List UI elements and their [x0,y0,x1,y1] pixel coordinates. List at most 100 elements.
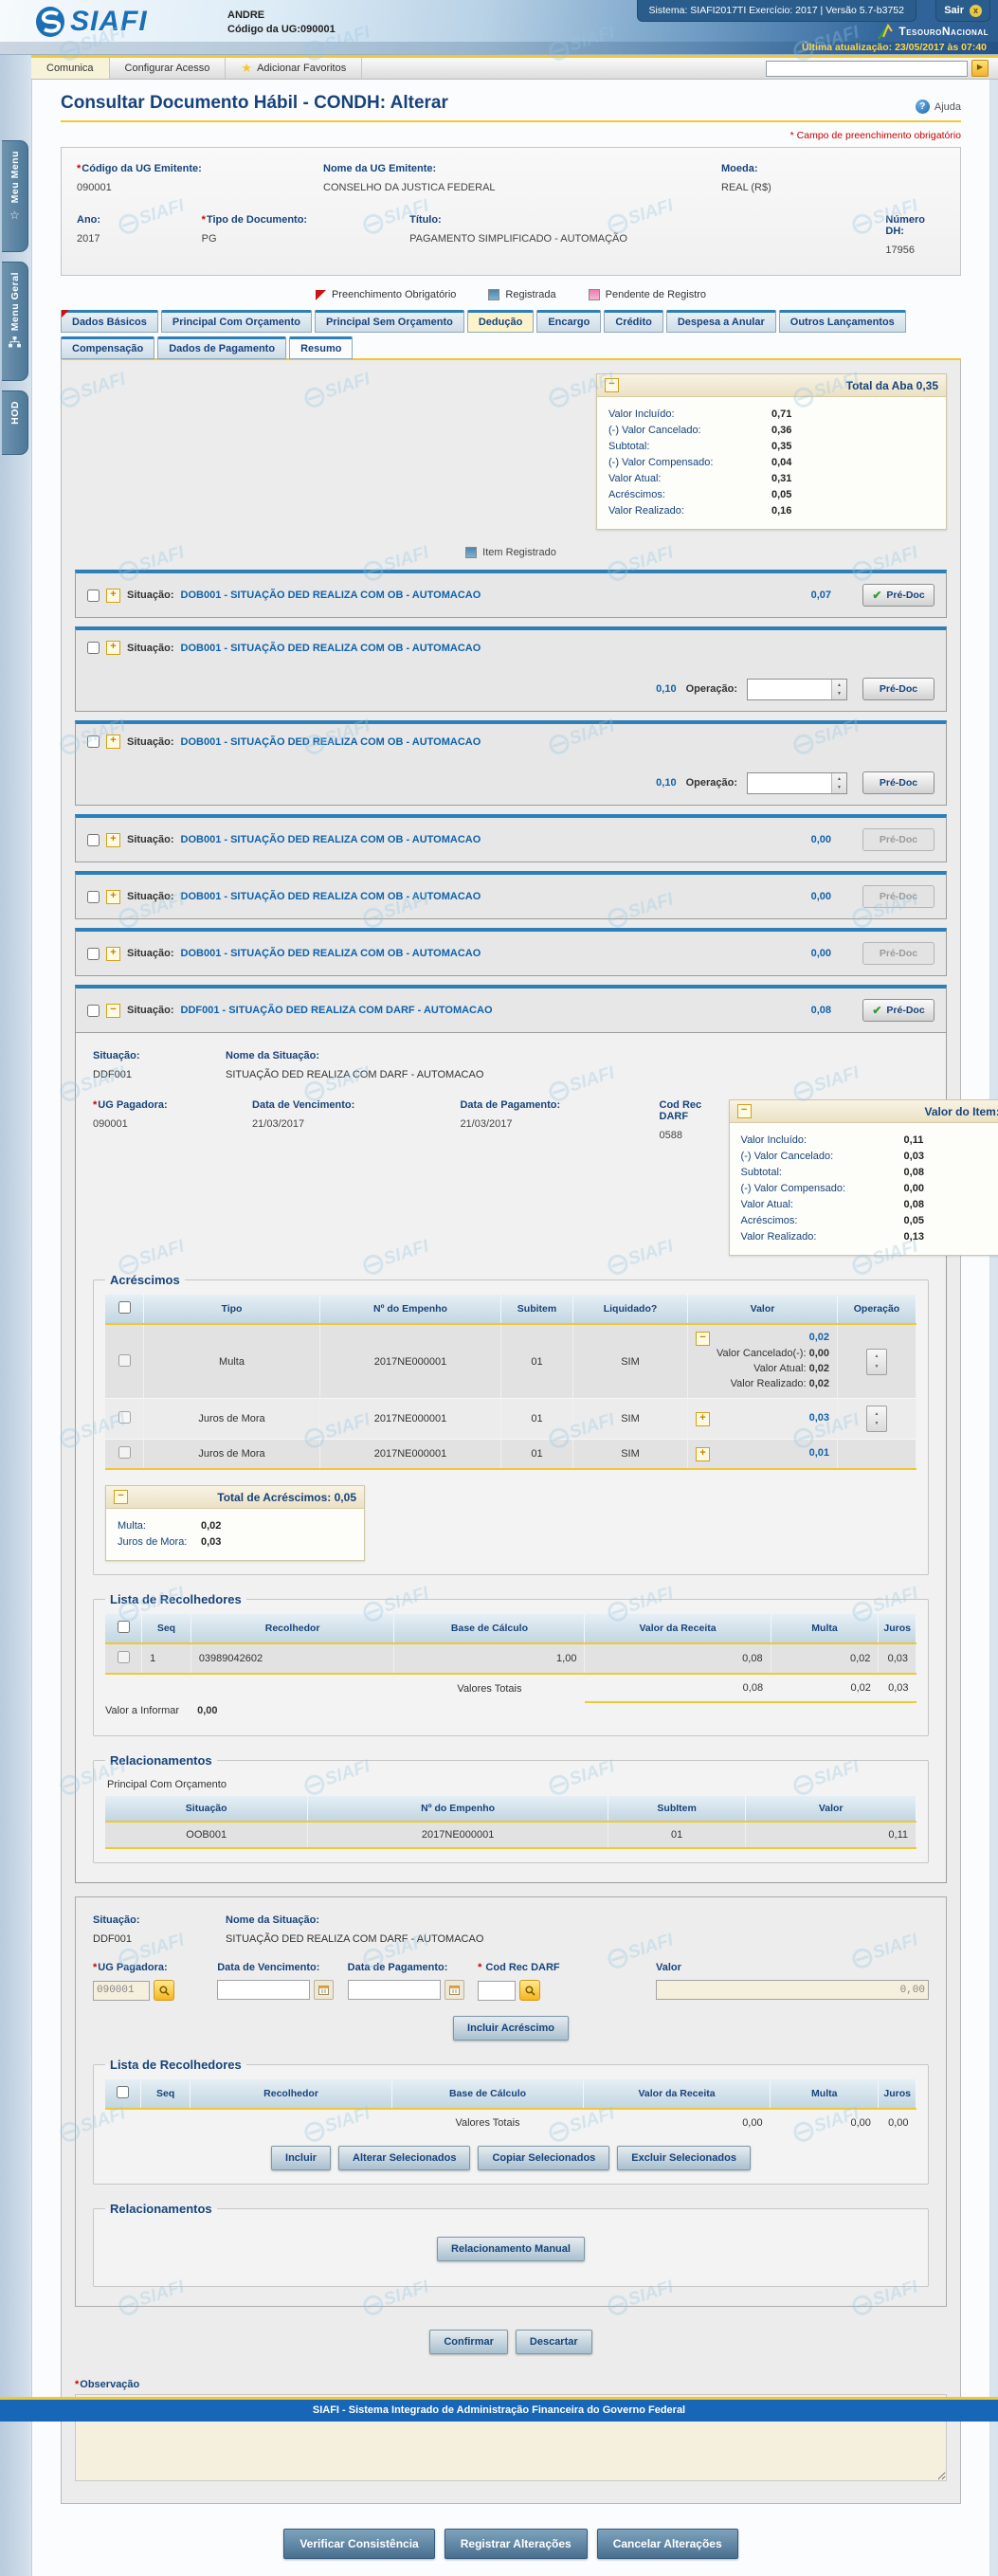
tab-encargo[interactable]: Encargo [536,310,601,333]
excluir-selecionados-button[interactable]: Excluir Selecionados [617,2146,751,2170]
situacao-checkbox[interactable] [87,735,100,748]
predoc-button[interactable]: Pré-Doc [862,678,934,700]
spinner-icon[interactable]: ▲▼ [831,773,846,793]
cell-subitem: 01 [501,1440,573,1470]
situacao-checkbox[interactable] [87,891,100,903]
cell-liquidado: SIM [573,1440,688,1470]
tab-dados-de-pagamento[interactable]: Dados de Pagamento [157,336,286,359]
summary-label: Juros de Mora: [118,1534,201,1551]
tab-compensacao[interactable]: Compensação [61,336,154,359]
row-checkbox[interactable] [118,1354,131,1367]
tab-credito[interactable]: Crédito [604,310,663,333]
sidebar-tab-meu-menu[interactable]: Meu Menu ☆ [2,140,28,252]
tab-resumo[interactable]: Resumo [289,336,353,359]
collapse-icon[interactable]: − [106,1004,120,1018]
search-icon[interactable] [154,1980,174,2001]
operacao-select[interactable]: ▲▼ [747,679,847,700]
ug-pagadora-input[interactable] [93,1981,150,2001]
situacao-checkbox[interactable] [87,1005,100,1017]
collapse-icon[interactable]: − [605,378,619,392]
document-header-box: *Código da UG Emitente: 090001 Nome da U… [61,147,961,276]
predoc-button[interactable]: ✔Pré-Doc [862,999,934,1022]
select-all-checkbox[interactable] [118,1621,130,1633]
tab-outros-lancamentos[interactable]: Outros Lançamentos [779,310,906,333]
expand-icon[interactable]: + [696,1447,710,1461]
cod-rec-darf-input[interactable] [478,1981,516,2001]
copiar-selecionados-button[interactable]: Copiar Selecionados [478,2146,609,2170]
row-checkbox[interactable] [118,1411,131,1424]
table-row: Juros de Mora 2017NE000001 01 SIM +0,03 … [105,1399,916,1440]
select-all-checkbox[interactable] [117,2086,129,2098]
incluir-button[interactable]: Incluir [271,2146,331,2170]
collapse-icon[interactable]: − [696,1332,710,1346]
menu-item-comunica[interactable]: Comunica [31,58,110,79]
sair-button[interactable]: Sair x [935,0,990,22]
descartar-button[interactable]: Descartar [516,2330,592,2354]
calendar-icon[interactable] [445,1980,464,2000]
sidebar-tab-menu-geral[interactable]: Menu Geral [2,262,28,381]
tab-principal-com-orcamento[interactable]: Principal Com Orçamento [161,310,312,333]
menu-bar: Comunica Configurar Acesso ★ Adicionar F… [31,55,998,80]
expand-icon[interactable]: + [106,589,120,603]
search-go-icon[interactable]: ▶ [971,60,989,77]
close-icon[interactable]: x [970,5,982,17]
input-valor: Valor [656,1962,929,2000]
data-vencimento-input[interactable] [217,1980,310,2000]
relacionamento-manual-button[interactable]: Relacionamento Manual [437,2237,585,2261]
tesouro-nacional-icon [876,23,895,40]
spinner-icon[interactable]: ▲▼ [831,680,846,699]
row-spinner[interactable]: ▲▼ [866,1349,887,1375]
confirmar-button[interactable]: Confirmar [429,2330,508,2354]
predoc-button[interactable]: Pré-Doc [862,771,934,794]
calendar-icon[interactable] [314,1980,334,2000]
table-row: Multa 2017NE000001 01 SIM −0,02 Valor Ca… [105,1324,916,1399]
expand-icon[interactable]: + [106,890,120,904]
expand-icon[interactable]: + [106,641,120,655]
field-value: DDF001 [93,1067,226,1082]
column-header: Juros [879,1614,916,1643]
expand-icon[interactable]: + [696,1412,710,1426]
search-icon[interactable] [519,1980,540,2001]
select-all-checkbox[interactable] [118,1301,131,1314]
row-checkbox[interactable] [118,1651,130,1663]
collapse-icon[interactable]: − [114,1490,128,1504]
row-spinner[interactable]: ▲▼ [866,1406,887,1432]
alterar-selecionados-button[interactable]: Alterar Selecionados [338,2146,470,2170]
sidebar-tab-label: Meu Menu [9,151,21,203]
operacao-label: Operação: [686,683,737,695]
expand-icon[interactable]: + [106,735,120,749]
data-pagamento-input[interactable] [348,1980,441,2000]
situacao-code: DOB001 - SITUAÇÃO DED REALIZA COM OB - A… [181,590,481,601]
operacao-select[interactable]: ▲▼ [747,772,847,794]
situacao-checkbox[interactable] [87,642,100,654]
expand-icon[interactable]: + [106,947,120,961]
predoc-button[interactable]: ✔Pré-Doc [862,584,934,607]
expand-icon[interactable]: + [106,833,120,847]
incluir-acrescimo-button[interactable]: Incluir Acréscimo [453,2016,569,2041]
sidebar-tab-hod[interactable]: HOD [2,390,28,455]
situacao-checkbox[interactable] [87,948,100,960]
predoc-label: Pré-Doc [880,683,917,695]
field-value: 21/03/2017 [252,1118,460,1130]
situacao-checkbox[interactable] [87,590,100,602]
tab-dados-basicos[interactable]: Dados Básicos [61,310,158,333]
valor-input[interactable] [656,1980,929,2000]
registrar-alteracoes-button[interactable]: Registrar Alterações [445,2529,588,2559]
arrow-up-icon: ▲ [875,1411,880,1417]
tab-despesa-a-anular[interactable]: Despesa a Anular [666,310,776,333]
totals-value: 0,00 [879,2109,916,2136]
tab-principal-sem-orcamento[interactable]: Principal Sem Orçamento [315,310,464,333]
totals-value: 0,02 [771,1674,879,1702]
menu-item-configurar-acesso[interactable]: Configurar Acesso [110,58,227,79]
menu-item-adicionar-favoritos[interactable]: ★ Adicionar Favoritos [226,58,362,79]
ajuda-link[interactable]: ? Ajuda [916,100,961,114]
cell-empenho: 2017NE000001 [320,1440,501,1470]
situacao-checkbox[interactable] [87,834,100,846]
verificar-consistencia-button[interactable]: Verificar Consistência [283,2529,434,2559]
collapse-icon[interactable]: − [737,1104,752,1118]
row-checkbox[interactable] [118,1446,131,1459]
menu-search-input[interactable] [766,61,968,77]
tab-deducao[interactable]: Dedução [467,310,534,333]
cancelar-alteracoes-button[interactable]: Cancelar Alterações [597,2529,738,2559]
deducao-tab-panel: − Total da Aba 0,35 Valor Incluído:0,71 … [61,360,961,2504]
